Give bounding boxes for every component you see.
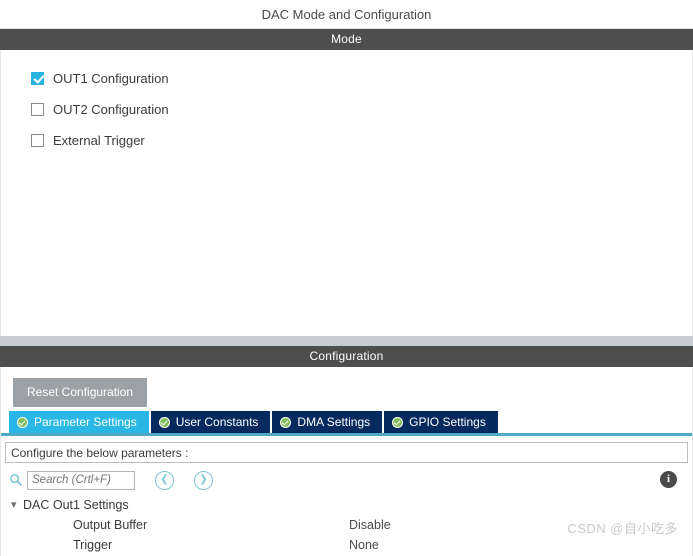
parameter-name: Output Buffer xyxy=(73,518,148,532)
tab-label: GPIO Settings xyxy=(409,415,486,429)
search-icon xyxy=(10,474,22,486)
green-check-icon xyxy=(392,416,404,428)
table-row[interactable]: Trigger None xyxy=(5,535,688,555)
green-check-icon xyxy=(158,416,170,428)
mode-option-label: OUT2 Configuration xyxy=(53,101,169,117)
page-title: DAC Mode and Configuration xyxy=(0,0,693,29)
tab-parameter-settings[interactable]: Parameter Settings xyxy=(9,411,149,433)
table-row[interactable]: Output Buffer Disable xyxy=(5,515,688,535)
green-check-icon xyxy=(17,416,28,428)
reset-configuration-button[interactable]: Reset Configuration xyxy=(13,378,148,407)
green-check-icon xyxy=(280,416,292,428)
checkbox-out1-configuration[interactable] xyxy=(31,71,44,85)
tree-group-label: DAC Out1 Settings xyxy=(23,498,129,512)
tab-dma-settings[interactable]: DMA Settings xyxy=(272,411,383,433)
search-prev-button[interactable]: ❮ xyxy=(155,470,174,490)
parameter-name: Trigger xyxy=(73,538,113,552)
configure-hint: Configure the below parameters : xyxy=(5,442,688,463)
checkbox-external-trigger[interactable] xyxy=(31,133,44,147)
search-input[interactable] xyxy=(27,470,135,490)
configuration-panel: Reset Configuration Parameter Settings U… xyxy=(0,367,693,556)
mode-panel: OUT1 Configuration OUT2 Configuration Ex… xyxy=(0,50,693,336)
mode-option-label: External Trigger xyxy=(53,132,145,148)
mode-option-out2[interactable]: OUT2 Configuration xyxy=(31,95,692,123)
tree-group-dac-out1-settings[interactable]: ▾ DAC Out1 Settings xyxy=(5,495,688,515)
tab-gpio-settings[interactable]: GPIO Settings xyxy=(384,411,498,433)
chevron-down-icon[interactable]: ▾ xyxy=(11,499,23,511)
panel-separator xyxy=(0,336,693,346)
tab-label: User Constants xyxy=(175,415,259,429)
tab-label: Parameter Settings xyxy=(34,415,137,429)
mode-section-header: Mode xyxy=(0,29,693,50)
parameter-value[interactable]: None xyxy=(349,538,379,552)
search-row: ❮ ❯ i xyxy=(1,465,692,495)
checkbox-out2-configuration[interactable] xyxy=(31,102,44,116)
tab-user-constants[interactable]: User Constants xyxy=(150,411,271,433)
parameter-value[interactable]: Disable xyxy=(349,518,391,532)
reset-button-row: Reset Configuration xyxy=(1,367,692,411)
parameter-tree: ▾ DAC Out1 Settings Output Buffer Disabl… xyxy=(1,495,692,555)
search-next-button[interactable]: ❯ xyxy=(194,470,213,490)
settings-tabstrip: Parameter Settings User Constants DMA Se… xyxy=(1,411,692,436)
mode-option-external-trigger[interactable]: External Trigger xyxy=(31,126,692,154)
tab-label: DMA Settings xyxy=(297,415,371,429)
dac-configuration-window: DAC Mode and Configuration Mode OUT1 Con… xyxy=(0,0,693,556)
info-icon[interactable]: i xyxy=(660,471,677,488)
mode-option-label: OUT1 Configuration xyxy=(53,70,169,86)
mode-option-out1[interactable]: OUT1 Configuration xyxy=(31,64,692,92)
configuration-section-header: Configuration xyxy=(0,346,693,367)
